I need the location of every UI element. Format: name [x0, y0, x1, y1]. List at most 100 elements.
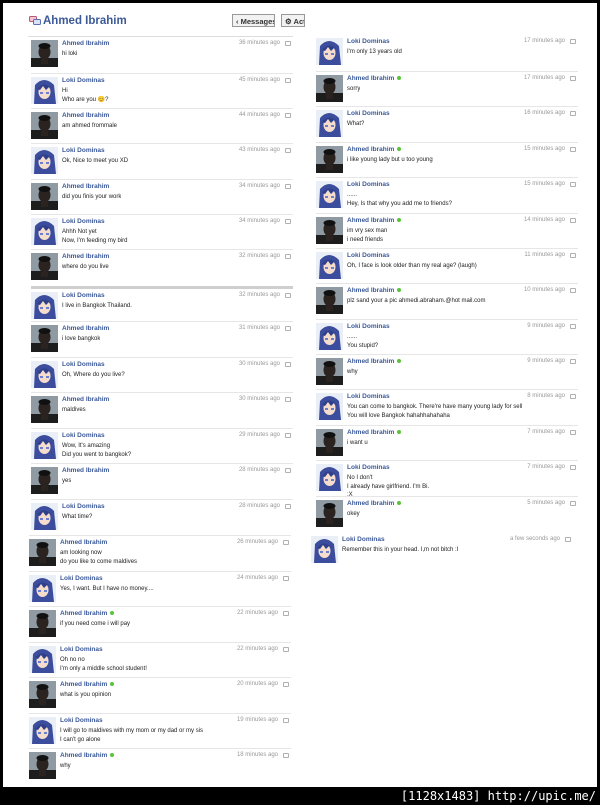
sender-name-text[interactable]: Loki Dominas [347, 323, 390, 330]
sender-name-text[interactable]: Loki Dominas [60, 646, 103, 653]
comment-bubble-icon[interactable] [285, 397, 291, 402]
comment-bubble-icon[interactable] [570, 359, 576, 364]
ahmed-profile-photo[interactable] [316, 429, 343, 456]
sender-name-text[interactable]: Ahmed Ibrahim [347, 358, 394, 365]
sender-name-link[interactable]: Loki Dominas [60, 646, 103, 653]
ahmed-profile-photo[interactable] [29, 752, 56, 779]
comment-bubble-icon[interactable] [570, 394, 576, 399]
ahmed-profile-photo[interactable] [316, 287, 343, 314]
ahmed-profile-photo[interactable] [29, 539, 56, 566]
sender-name-text[interactable]: Ahmed Ibrahim [347, 429, 394, 436]
comment-bubble-icon[interactable] [285, 113, 291, 118]
actions-button[interactable]: ⚙ Acti [281, 14, 305, 27]
sender-name-text[interactable]: Ahmed Ibrahim [62, 325, 109, 332]
sender-name-link[interactable]: Ahmed Ibrahim [60, 752, 115, 759]
comment-bubble-icon[interactable] [570, 430, 576, 435]
comment-bubble-icon[interactable] [285, 148, 291, 153]
sender-name-text[interactable]: Loki Dominas [62, 361, 105, 368]
comment-bubble-icon[interactable] [570, 253, 576, 258]
sender-name-link[interactable]: Loki Dominas [60, 717, 103, 724]
comment-bubble-icon[interactable] [570, 182, 576, 187]
ahmed-profile-photo[interactable] [316, 500, 343, 527]
loki-profile-photo[interactable] [31, 361, 58, 388]
loki-profile-photo[interactable] [31, 432, 58, 459]
sender-name-link[interactable]: Ahmed Ibrahim [347, 146, 402, 153]
sender-name-link[interactable]: Loki Dominas [62, 218, 105, 225]
comment-bubble-icon[interactable] [285, 362, 291, 367]
comment-bubble-icon[interactable] [283, 611, 289, 616]
sender-name-text[interactable]: Loki Dominas [347, 393, 390, 400]
sender-name-text[interactable]: Ahmed Ibrahim [62, 396, 109, 403]
sender-name-text[interactable]: Loki Dominas [347, 38, 390, 45]
loki-profile-photo[interactable] [31, 218, 58, 245]
comment-bubble-icon[interactable] [570, 501, 576, 506]
comment-bubble-icon[interactable] [283, 540, 289, 545]
sender-name-text[interactable]: Loki Dominas [62, 432, 105, 439]
sender-name-link[interactable]: Loki Dominas [347, 464, 390, 471]
sender-name-link[interactable]: Ahmed Ibrahim [60, 610, 115, 617]
sender-name-link[interactable]: Ahmed Ibrahim [60, 681, 115, 688]
sender-name-text[interactable]: Ahmed Ibrahim [347, 75, 394, 82]
ahmed-profile-photo[interactable] [316, 75, 343, 102]
ahmed-profile-photo[interactable] [31, 183, 58, 210]
ahmed-profile-photo[interactable] [31, 396, 58, 423]
ahmed-profile-photo[interactable] [316, 358, 343, 385]
sender-name-link[interactable]: Ahmed Ibrahim [62, 112, 109, 119]
sender-name-text[interactable]: Ahmed Ibrahim [347, 217, 394, 224]
sender-name-text[interactable]: Loki Dominas [347, 181, 390, 188]
loki-profile-photo[interactable] [316, 464, 343, 491]
comment-bubble-icon[interactable] [570, 288, 576, 293]
sender-name-text[interactable]: Loki Dominas [342, 536, 385, 543]
sender-name-link[interactable]: Ahmed Ibrahim [62, 325, 109, 332]
comment-bubble-icon[interactable] [283, 576, 289, 581]
loki-profile-photo[interactable] [31, 77, 58, 104]
sender-name-text[interactable]: Ahmed Ibrahim [62, 253, 109, 260]
sender-name-text[interactable]: Ahmed Ibrahim [347, 146, 394, 153]
ahmed-profile-photo[interactable] [29, 610, 56, 637]
sender-name-text[interactable]: Ahmed Ibrahim [60, 752, 107, 759]
sender-name-link[interactable]: Loki Dominas [347, 38, 390, 45]
sender-name-text[interactable]: Loki Dominas [347, 464, 390, 471]
comment-bubble-icon[interactable] [285, 326, 291, 331]
messages-back-button[interactable]: ‹ Messages [232, 14, 275, 27]
sender-name-link[interactable]: Loki Dominas [347, 393, 390, 400]
sender-name-link[interactable]: Ahmed Ibrahim [62, 253, 109, 260]
comment-bubble-icon[interactable] [285, 468, 291, 473]
loki-profile-photo[interactable] [31, 147, 58, 174]
ahmed-profile-photo[interactable] [31, 112, 58, 139]
ahmed-profile-photo[interactable] [316, 217, 343, 244]
sender-name-text[interactable]: Ahmed Ibrahim [62, 467, 109, 474]
sender-name-link[interactable]: Loki Dominas [62, 292, 105, 299]
comment-bubble-icon[interactable] [570, 111, 576, 116]
sender-name-link[interactable]: Loki Dominas [62, 77, 105, 84]
loki-profile-photo[interactable] [316, 252, 343, 279]
sender-name-link[interactable]: Ahmed Ibrahim [62, 467, 109, 474]
comment-bubble-icon[interactable] [570, 147, 576, 152]
sender-name-link[interactable]: Ahmed Ibrahim [62, 183, 109, 190]
ahmed-profile-photo[interactable] [31, 40, 58, 67]
loki-profile-photo[interactable] [29, 575, 56, 602]
loki-profile-photo[interactable] [311, 536, 338, 563]
loki-profile-photo[interactable] [316, 393, 343, 420]
sender-name-link[interactable]: Loki Dominas [62, 361, 105, 368]
sender-name-text[interactable]: Ahmed Ibrahim [60, 610, 107, 617]
ahmed-profile-photo[interactable] [29, 681, 56, 708]
ahmed-profile-photo[interactable] [316, 146, 343, 173]
sender-name-text[interactable]: Loki Dominas [62, 218, 105, 225]
sender-name-link[interactable]: Loki Dominas [62, 503, 105, 510]
sender-name-text[interactable]: Loki Dominas [62, 147, 105, 154]
sender-name-link[interactable]: Ahmed Ibrahim [347, 429, 402, 436]
loki-profile-photo[interactable] [316, 323, 343, 350]
sender-name-link[interactable]: Ahmed Ibrahim [347, 75, 402, 82]
sender-name-link[interactable]: Loki Dominas [347, 252, 390, 259]
sender-name-link[interactable]: Ahmed Ibrahim [347, 217, 402, 224]
comment-bubble-icon[interactable] [285, 504, 291, 509]
loki-profile-photo[interactable] [316, 38, 343, 65]
comment-bubble-icon[interactable] [285, 41, 291, 46]
sender-name-link[interactable]: Loki Dominas [62, 147, 105, 154]
sender-name-text[interactable]: Ahmed Ibrahim [62, 183, 109, 190]
comment-bubble-icon[interactable] [283, 647, 289, 652]
sender-name-link[interactable]: Loki Dominas [342, 536, 385, 543]
comment-bubble-icon[interactable] [570, 465, 576, 470]
sender-name-link[interactable]: Loki Dominas [347, 181, 390, 188]
